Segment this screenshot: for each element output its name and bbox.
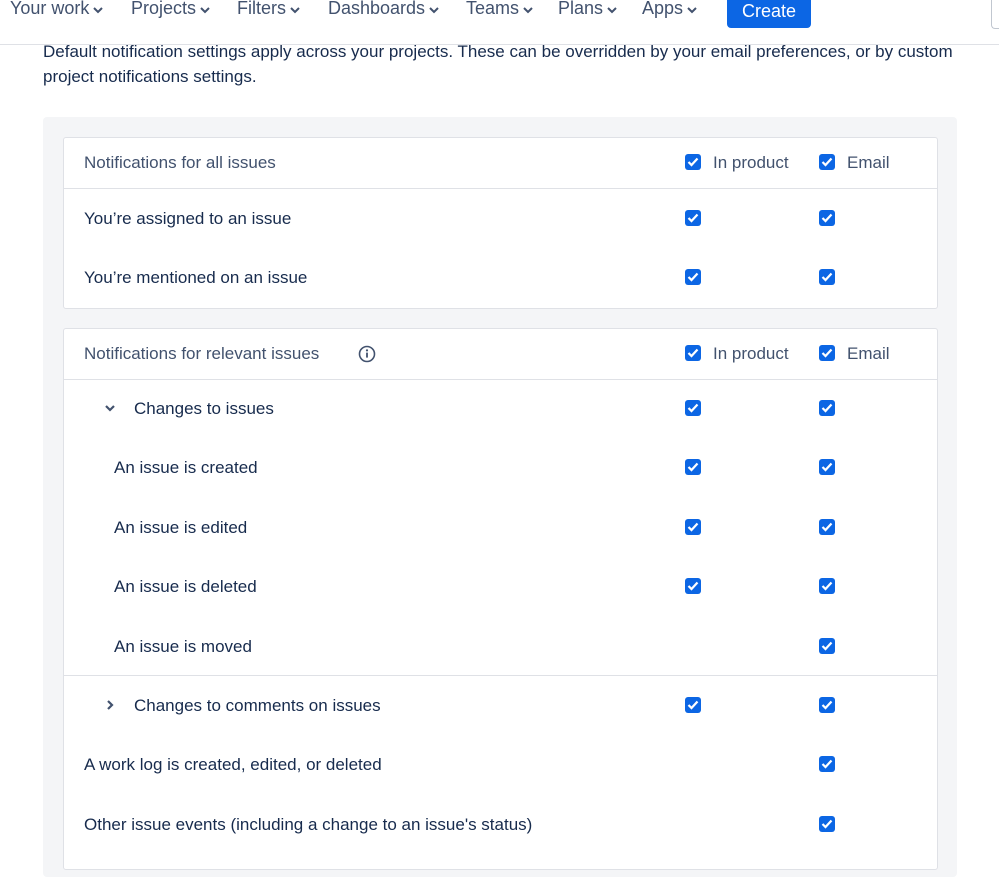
setting-label: An issue is deleted (114, 577, 257, 596)
email-checkbox[interactable] (819, 816, 835, 832)
in-product-checkbox[interactable] (685, 697, 701, 713)
in-product-column-label: In product (713, 344, 789, 363)
email-checkbox[interactable] (819, 210, 835, 226)
relevant-email-checkbox[interactable] (819, 345, 835, 361)
divider (64, 675, 937, 676)
email-checkbox[interactable] (819, 697, 835, 713)
setting-row: Other issue events (including a change t… (64, 800, 937, 850)
email-checkbox[interactable] (819, 269, 835, 285)
nav-dashboards-label: Dashboards (328, 0, 426, 18)
nav-filters[interactable]: Filters (237, 0, 301, 22)
email-checkbox[interactable] (819, 519, 835, 535)
in-product-checkbox[interactable] (685, 269, 701, 285)
setting-label: A work log is created, edited, or delete… (84, 755, 382, 774)
in-product-checkbox[interactable] (685, 400, 701, 416)
nav-dashboards[interactable]: Dashboards (328, 0, 440, 22)
nav-teams-label: Teams (466, 0, 520, 18)
chevron-down-icon (522, 0, 534, 19)
setting-row: An issue is moved (64, 622, 937, 672)
chevron-down-icon (428, 0, 440, 19)
nav-filters-label: Filters (237, 0, 286, 18)
nav-plans[interactable]: Plans (558, 0, 618, 22)
email-checkbox[interactable] (819, 400, 835, 416)
email-checkbox[interactable] (819, 638, 835, 654)
in-product-column-label: In product (713, 153, 789, 172)
setting-label: An issue is moved (114, 637, 252, 656)
create-button[interactable]: Create (727, 0, 811, 28)
nav-teams[interactable]: Teams (466, 0, 534, 22)
setting-label: An issue is created (114, 458, 258, 477)
setting-label: You’re mentioned on an issue (84, 268, 308, 287)
group-label: Changes to issues (134, 399, 274, 418)
all-issues-header: Notifications for all issues In product … (64, 138, 937, 189)
changes-to-issues-group: Changes to issues (64, 384, 937, 434)
intro-text: Default notification settings apply acro… (43, 42, 953, 86)
info-icon[interactable] (358, 345, 376, 363)
chevron-down-icon (289, 0, 301, 19)
relevant-issues-card: Notifications for relevant issues In pro… (63, 328, 938, 870)
nav-apps[interactable]: Apps (642, 0, 698, 22)
in-product-checkbox[interactable] (685, 578, 701, 594)
group-label: Changes to comments on issues (134, 696, 381, 715)
relevant-issues-header: Notifications for relevant issues In pro… (64, 329, 937, 380)
relevant-issues-title: Notifications for relevant issues (84, 344, 320, 363)
setting-label: An issue is edited (114, 518, 248, 537)
email-column-label: Email (847, 344, 890, 363)
setting-row: An issue is edited (64, 503, 937, 553)
nav-apps-label: Apps (642, 0, 684, 18)
changes-to-comments-group: Changes to comments on issues (64, 681, 937, 731)
chevron-down-icon (686, 0, 698, 19)
search-box-edge[interactable] (991, 0, 999, 29)
email-column-label: Email (847, 153, 890, 172)
relevant-in-product-checkbox[interactable] (685, 345, 701, 361)
all-issues-card: Notifications for all issues In product … (63, 137, 938, 309)
in-product-checkbox[interactable] (685, 210, 701, 226)
in-product-checkbox[interactable] (685, 459, 701, 475)
nav-your-work[interactable]: Your work (10, 0, 104, 22)
setting-row: An issue is deleted (64, 562, 937, 612)
chevron-down-icon (92, 0, 104, 19)
nav-projects-label: Projects (131, 0, 197, 18)
setting-label: You’re assigned to an issue (84, 209, 292, 228)
in-product-checkbox[interactable] (685, 519, 701, 535)
all-issues-email-checkbox[interactable] (819, 154, 835, 170)
chevron-down-icon (199, 0, 211, 19)
nav-your-work-label: Your work (10, 0, 90, 18)
all-issues-in-product-checkbox[interactable] (685, 154, 701, 170)
nav-plans-label: Plans (558, 0, 604, 18)
chevron-right-icon[interactable] (103, 697, 117, 713)
setting-row: A work log is created, edited, or delete… (64, 740, 937, 790)
setting-label: Other issue events (including a change t… (84, 815, 533, 834)
chevron-down-icon[interactable] (103, 400, 117, 416)
setting-row: An issue is created (64, 443, 937, 493)
email-checkbox[interactable] (819, 578, 835, 594)
chevron-down-icon (606, 0, 618, 19)
email-checkbox[interactable] (819, 459, 835, 475)
email-checkbox[interactable] (819, 756, 835, 772)
all-issues-title: Notifications for all issues (84, 153, 276, 172)
setting-row: You’re mentioned on an issue (64, 253, 937, 303)
setting-row: You’re assigned to an issue (64, 194, 937, 244)
nav-projects[interactable]: Projects (131, 0, 211, 22)
